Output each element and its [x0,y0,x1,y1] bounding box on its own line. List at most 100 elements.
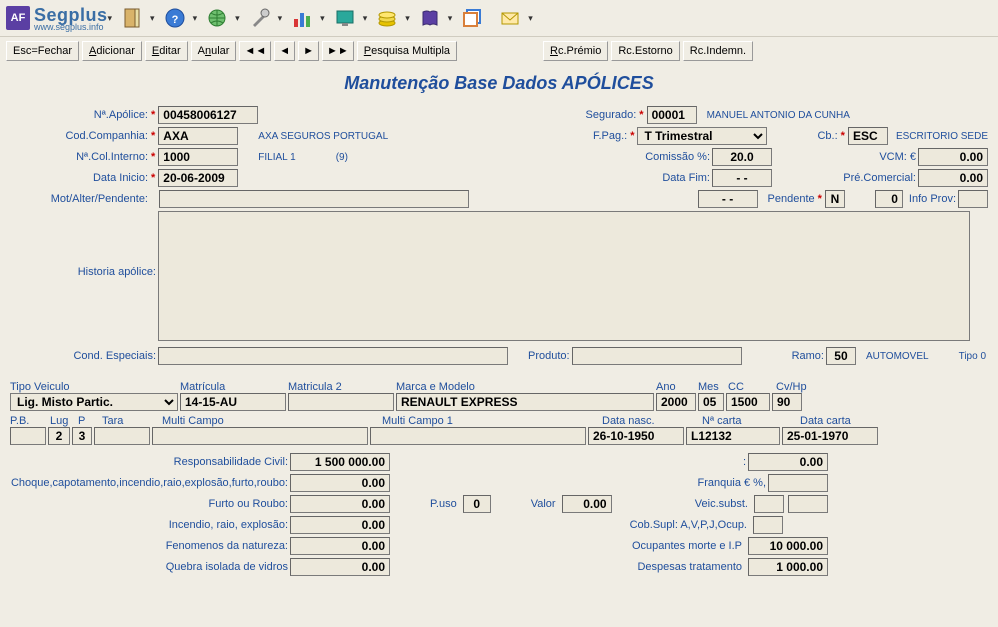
lbl-pendente: Pendente [768,193,817,205]
dd-icon[interactable]: ▾ [320,13,325,24]
cov-resp2-input[interactable] [748,453,828,471]
dd-icon[interactable]: ▾ [448,13,453,24]
veh-pb-input[interactable] [10,427,46,445]
lbl-comissao: Comissão %: [632,151,712,163]
cb-link[interactable]: ESCRITORIO SEDE [896,131,988,142]
precom-input[interactable] [918,169,988,187]
veh-cvhp-input[interactable] [772,393,802,411]
comissao-input[interactable] [712,148,772,166]
datafim2-input[interactable] [698,190,758,208]
veh-p-input[interactable] [72,427,92,445]
veh-datacarta-input[interactable] [782,427,878,445]
cov-veic2-input[interactable] [788,495,828,513]
multi-search-button[interactable]: Pesquisa Multipla [357,41,457,61]
nav-next-button[interactable]: ► [298,41,319,61]
add-button[interactable]: Adicionar [82,41,142,61]
colinterno-link[interactable]: FILIAL 1 [258,152,295,163]
ramo-input[interactable] [826,347,856,365]
lbl-precom: Pré.Comercial: [812,172,918,184]
veh-lug-input[interactable] [48,427,70,445]
veh-tara-input[interactable] [94,427,150,445]
lbl-cov-puso: P.uso [430,498,459,510]
cov-ocup-input[interactable] [748,537,828,555]
rc-indemn-button[interactable]: Rc.Indemn. [683,41,753,61]
rc-estorno-button[interactable]: Rc.Estorno [611,41,679,61]
lbl-veh-pb: P.B. [10,415,50,427]
lbl-veh-matricula: Matrícula [180,381,288,393]
nav-last-button[interactable]: ►► [322,41,354,61]
book-icon[interactable] [416,4,444,32]
pendente-input[interactable] [825,190,845,208]
cov-resp-input[interactable] [290,453,390,471]
dd-icon[interactable]: ▾ [193,13,198,24]
globe-icon[interactable] [203,4,231,32]
cov-choque-input[interactable] [290,474,390,492]
dd-icon[interactable]: ▾ [150,13,155,24]
veh-marca-input[interactable] [396,393,654,411]
motalter-input[interactable] [159,190,469,208]
veh-ano-input[interactable] [656,393,696,411]
tools-icon[interactable] [246,4,274,32]
cov-incendio-input[interactable] [290,516,390,534]
cov-puso-input[interactable] [463,495,491,513]
apolice-input[interactable] [158,106,258,124]
coins-icon[interactable] [373,4,401,32]
cond-input[interactable] [158,347,508,365]
vcm-input[interactable] [918,148,988,166]
colinterno-count: (9) [336,152,348,163]
cov-desp-input[interactable] [748,558,828,576]
produto-input[interactable] [572,347,742,365]
door-icon[interactable] [118,4,146,32]
cov-veic-input[interactable] [754,495,784,513]
cov-quebra-input[interactable] [290,558,390,576]
cancel-button[interactable]: Anular [191,41,237,61]
cov-fenom-input[interactable] [290,537,390,555]
fpag-select[interactable]: T Trimestral [637,127,767,145]
monitor-icon[interactable] [331,4,359,32]
historia-textarea[interactable] [158,211,970,341]
chart-icon[interactable] [288,4,316,32]
lbl-fpag: F.Pag.: [593,130,629,142]
companhia-input[interactable] [158,127,238,145]
help-icon[interactable]: ? [161,4,189,32]
datainicio-input[interactable] [158,169,238,187]
cov-valor-input[interactable] [562,495,612,513]
ramo-link[interactable]: AUTOMOVEL [866,351,929,362]
dd-icon[interactable]: ▾ [278,13,283,24]
page-title: Manutenção Base Dados APÓLICES [0,73,998,94]
veh-ncarta-input[interactable] [686,427,780,445]
veh-datanasc-input[interactable] [588,427,684,445]
rc-premio-button[interactable]: Rc.Prémio [543,41,608,61]
cov-furto-input[interactable] [290,495,390,513]
nav-prev-button[interactable]: ◄ [274,41,295,61]
infoprov-input[interactable] [958,190,988,208]
pendente-num-input[interactable] [875,190,903,208]
veh-mes-input[interactable] [698,393,724,411]
cov-cobsupl-input[interactable] [753,516,783,534]
close-button[interactable]: Esc=Fechar [6,41,79,61]
veh-tipo-select[interactable]: Lig. Misto Partic. [10,393,178,411]
dd-icon[interactable]: ▾ [363,13,368,24]
dd-icon[interactable]: ▾ [528,13,533,24]
veh-multi1-input[interactable] [370,427,586,445]
lbl-veh-ano: Ano [656,381,698,393]
veh-cc-input[interactable] [726,393,770,411]
windows-icon[interactable] [458,4,486,32]
segurado-link[interactable]: MANUEL ANTONIO DA CUNHA [707,110,850,121]
mail-icon[interactable] [496,4,524,32]
cov-franquia-input[interactable] [768,474,828,492]
logo-dropdown-icon[interactable]: ▾ [108,13,113,24]
edit-button[interactable]: Editar [145,41,188,61]
colinterno-input[interactable] [158,148,238,166]
lbl-cov-valor: Valor [531,498,558,510]
companhia-link[interactable]: AXA SEGUROS PORTUGAL [258,131,388,142]
segurado-input[interactable] [647,106,697,124]
datafim-input[interactable] [712,169,772,187]
veh-matricula-input[interactable] [180,393,286,411]
dd-icon[interactable]: ▾ [235,13,240,24]
cb-input[interactable] [848,127,888,145]
dd-icon[interactable]: ▾ [405,13,410,24]
nav-first-button[interactable]: ◄◄ [239,41,271,61]
veh-matricula2-input[interactable] [288,393,394,411]
veh-multi-input[interactable] [152,427,368,445]
